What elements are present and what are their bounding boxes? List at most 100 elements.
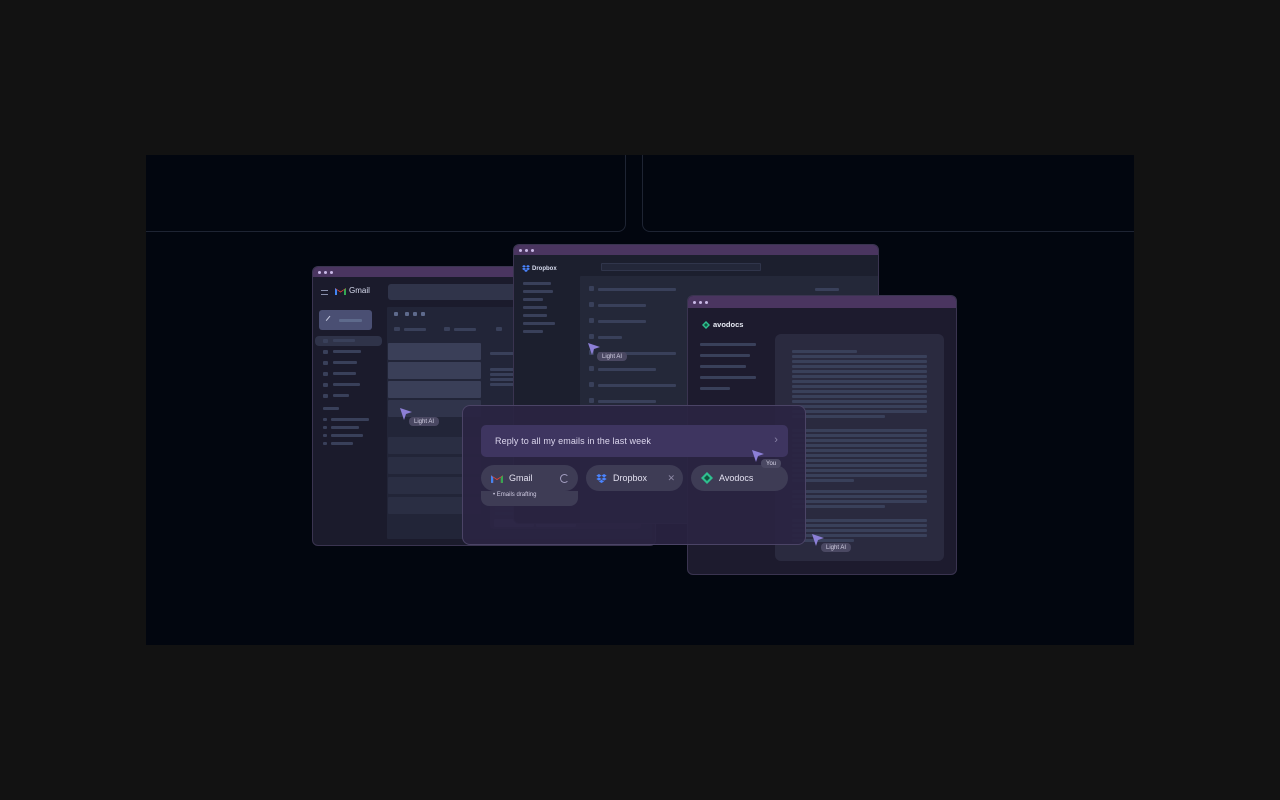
doc-list-item[interactable]	[700, 354, 750, 357]
integration-chip-dropbox[interactable]: Dropbox ✕	[586, 465, 683, 491]
cursor-label: Light AI	[409, 417, 440, 426]
gmail-icon	[335, 287, 346, 295]
sidebar-item[interactable]	[323, 361, 328, 365]
sidebar-item[interactable]	[333, 339, 355, 342]
label-item[interactable]	[323, 418, 327, 421]
tab-item[interactable]	[454, 328, 476, 331]
file-icon	[589, 382, 594, 387]
sidebar-item[interactable]	[523, 306, 547, 309]
mail-row[interactable]	[388, 343, 481, 360]
doc-text-line	[792, 519, 927, 522]
doc-text-line	[792, 500, 927, 503]
file-row[interactable]	[598, 384, 676, 387]
doc-text-line	[792, 395, 927, 398]
sidebar-item[interactable]	[333, 361, 357, 364]
file-row[interactable]	[598, 320, 646, 323]
tab-item[interactable]	[404, 328, 426, 331]
sidebar-item[interactable]	[323, 372, 328, 376]
window-dot	[330, 270, 333, 274]
doc-text-line	[792, 390, 927, 393]
preview-line	[490, 373, 514, 376]
doc-list-item[interactable]	[700, 343, 756, 346]
sidebar-item[interactable]	[523, 282, 551, 285]
tab-item[interactable]	[394, 327, 400, 331]
sidebar-item[interactable]	[323, 339, 328, 343]
preview-line	[490, 368, 514, 371]
menu-icon[interactable]	[321, 290, 328, 295]
sidebar-item[interactable]	[523, 314, 547, 317]
integration-chip-gmail[interactable]: Gmail	[481, 465, 578, 491]
toolbar-item[interactable]	[405, 312, 409, 316]
tab-item[interactable]	[496, 327, 502, 331]
sidebar-item[interactable]	[333, 350, 361, 353]
label-item[interactable]	[331, 434, 363, 437]
doc-heading	[792, 350, 857, 353]
file-row[interactable]	[598, 400, 656, 403]
loading-spinner-icon	[560, 473, 569, 483]
doc-list-item[interactable]	[700, 376, 756, 379]
frame-outline-right	[642, 155, 1134, 232]
sidebar-item[interactable]	[523, 322, 555, 325]
assistant-prompt-panel: Reply to all my emails in the last week …	[462, 405, 806, 545]
window-dot	[519, 248, 522, 252]
gmail-status-note: • Emails drafting	[481, 491, 578, 506]
sidebar-item[interactable]	[333, 372, 356, 375]
label-item[interactable]	[323, 442, 327, 445]
search-bar[interactable]	[388, 284, 528, 300]
cursor-label: Light AI	[597, 352, 628, 361]
close-icon[interactable]: ✕	[667, 473, 675, 484]
pencil-icon	[325, 315, 335, 325]
label-item[interactable]	[323, 434, 327, 437]
doc-text-line	[792, 434, 927, 437]
doc-text-line	[792, 449, 927, 452]
mail-row[interactable]	[388, 381, 481, 398]
doc-list-item[interactable]	[700, 365, 746, 368]
window-dot	[318, 270, 321, 274]
toolbar-item[interactable]	[421, 312, 425, 316]
dropbox-icon	[522, 265, 530, 272]
sidebar-item[interactable]	[333, 394, 349, 397]
file-row[interactable]	[598, 368, 656, 371]
toolbar-item[interactable]	[394, 312, 398, 316]
sidebar-item[interactable]	[523, 290, 553, 293]
doc-text-line	[792, 380, 927, 383]
dropbox-app-name: Dropbox	[532, 265, 557, 272]
compose-label	[339, 319, 362, 322]
sidebar-item[interactable]	[323, 394, 328, 398]
search-bar[interactable]	[601, 263, 761, 271]
doc-text-line	[792, 355, 927, 358]
sidebar-item[interactable]	[333, 383, 360, 386]
label-item[interactable]	[331, 426, 359, 429]
label-item[interactable]	[331, 442, 353, 445]
doc-text-line	[792, 459, 927, 462]
file-icon	[589, 366, 594, 371]
compose-button[interactable]	[319, 310, 372, 330]
prompt-text: Reply to all my emails in the last week	[495, 436, 651, 446]
doc-text-line	[792, 365, 927, 368]
mail-row[interactable]	[388, 362, 481, 379]
file-icon	[589, 398, 594, 403]
label-item[interactable]	[331, 418, 369, 421]
doc-text-line	[792, 360, 927, 363]
sidebar-item[interactable]	[523, 298, 543, 301]
file-row[interactable]	[598, 304, 646, 307]
preview-line	[490, 378, 514, 381]
doc-text-line	[792, 385, 927, 388]
doc-text-line	[792, 375, 927, 378]
chevron-right-icon[interactable]: ›	[774, 434, 778, 446]
file-row[interactable]	[598, 336, 622, 339]
chip-label: Dropbox	[613, 473, 648, 483]
sidebar-item[interactable]	[323, 383, 328, 387]
window-dot	[699, 300, 702, 304]
sidebar-item[interactable]	[323, 350, 328, 354]
label-item[interactable]	[323, 426, 327, 429]
file-row[interactable]	[598, 288, 676, 291]
window-titlebar	[514, 245, 878, 255]
sidebar-item[interactable]	[523, 330, 543, 333]
gmail-logo: Gmail	[335, 286, 370, 295]
integration-chip-avodocs[interactable]: Avodocs	[691, 465, 788, 491]
tab-item[interactable]	[444, 327, 450, 331]
toolbar-item[interactable]	[413, 312, 417, 316]
prompt-input[interactable]: Reply to all my emails in the last week …	[481, 425, 788, 457]
doc-list-item[interactable]	[700, 387, 730, 390]
